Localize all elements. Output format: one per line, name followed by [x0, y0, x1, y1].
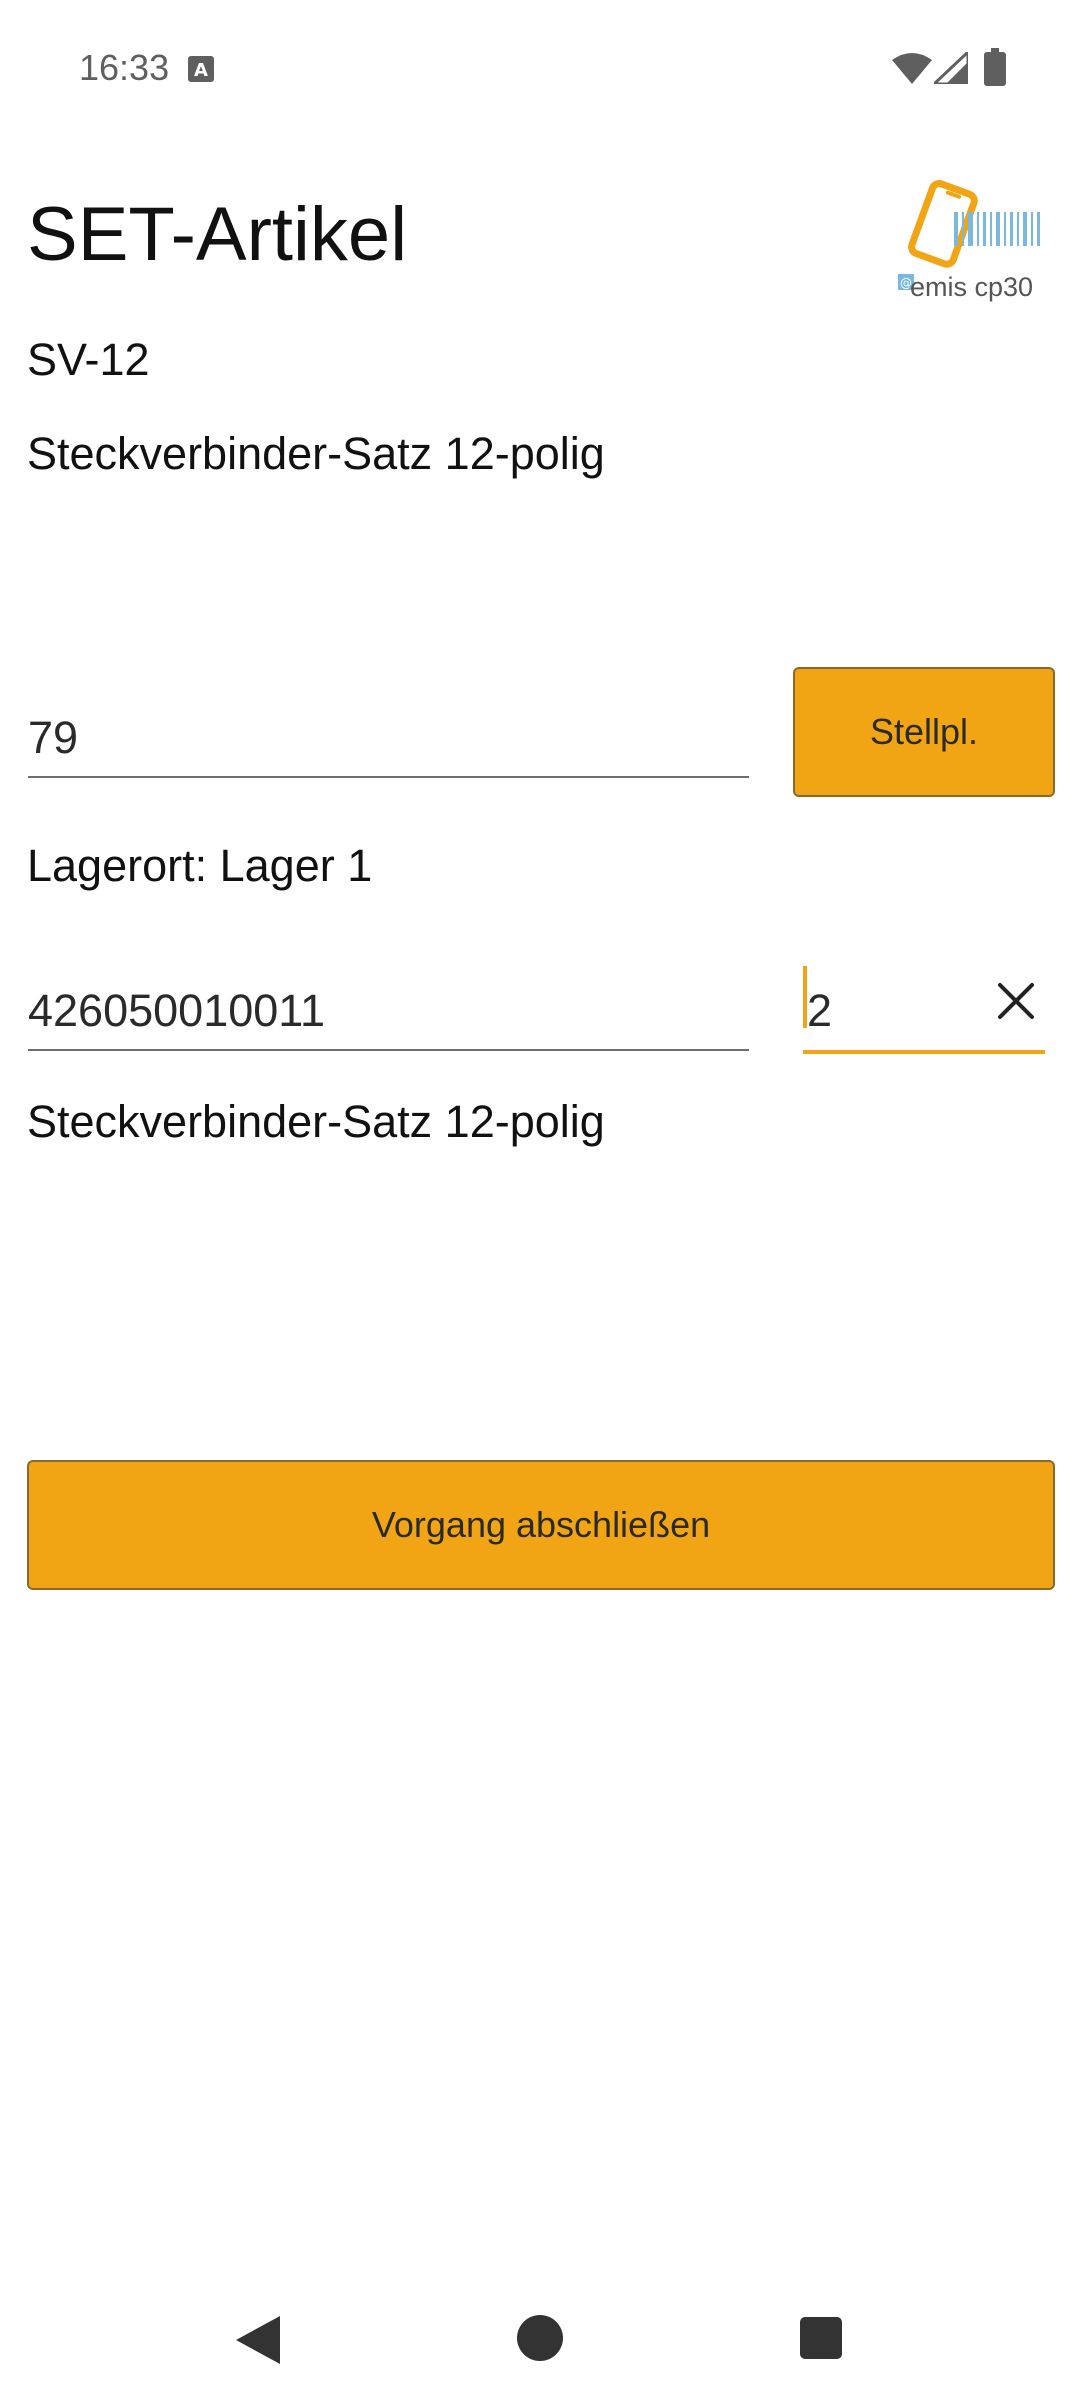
barcode-field[interactable]: [28, 973, 749, 1051]
app-logo: @ emis cp30: [890, 176, 1046, 312]
quantity-field[interactable]: [803, 966, 1045, 1054]
page-title: SET-Artikel: [27, 192, 408, 277]
storage-location-label: Lagerort: Lager 1: [27, 840, 373, 891]
barcode-input[interactable]: [28, 973, 749, 1049]
recents-icon[interactable]: [800, 2317, 842, 2359]
article-number: SV-12: [27, 334, 150, 385]
home-icon[interactable]: [517, 2315, 563, 2361]
battery-icon: [984, 48, 1006, 86]
complete-transaction-button[interactable]: Vorgang abschließen: [27, 1460, 1055, 1590]
back-icon[interactable]: [236, 2316, 280, 2364]
status-time: 16:33: [79, 47, 170, 88]
svg-text:A: A: [194, 60, 208, 81]
wifi-icon: [892, 53, 932, 84]
text-a-icon: A: [188, 56, 214, 82]
storage-place-button[interactable]: Stellpl.: [793, 667, 1055, 797]
close-icon[interactable]: [993, 978, 1039, 1024]
logo-text: emis cp30: [910, 272, 1034, 302]
quantity-input[interactable]: [803, 972, 957, 1050]
article-description: Steckverbinder-Satz 12-polig: [27, 428, 605, 479]
storage-place-input[interactable]: [28, 700, 749, 776]
scanned-article-description: Steckverbinder-Satz 12-polig: [27, 1096, 605, 1147]
text-cursor: [803, 966, 807, 1028]
storage-place-field[interactable]: [28, 700, 749, 778]
signal-icon: [934, 52, 968, 84]
